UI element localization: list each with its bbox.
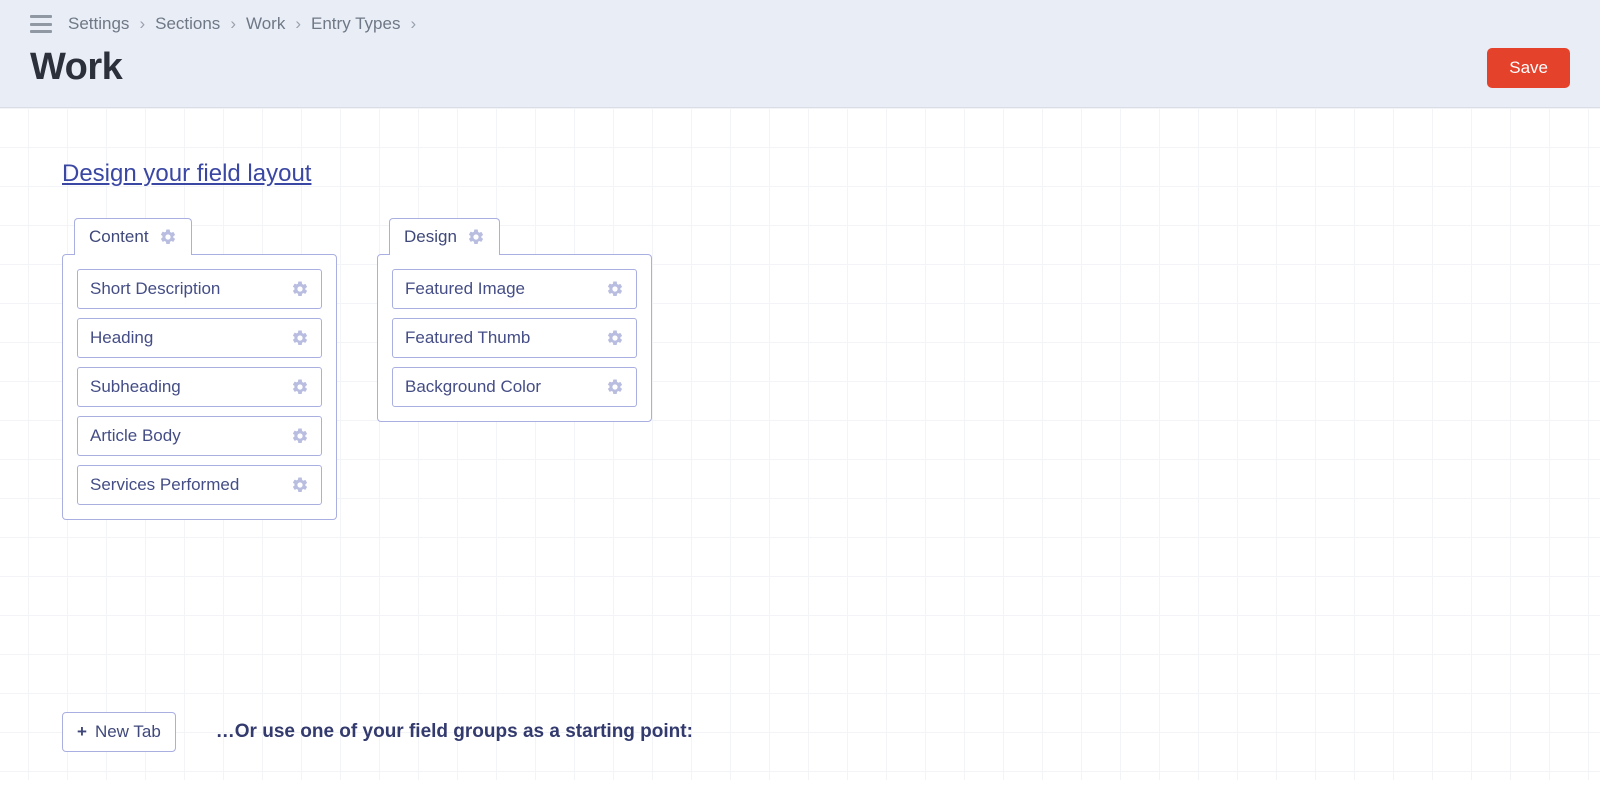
- fld-field-label: Background Color: [405, 377, 541, 397]
- fld-tabgroup-content: Content Short Description Heading Subheadin…: [62, 218, 337, 520]
- fld-tabgroup-design: Design Featured Image Featured Thumb Backgr…: [377, 218, 652, 520]
- breadcrumb: Settings › Sections › Work › Entry Types…: [30, 10, 1570, 38]
- gear-icon[interactable]: [291, 329, 309, 347]
- fld-tab-design[interactable]: Design: [389, 218, 500, 255]
- plus-icon: +: [77, 722, 87, 742]
- gear-icon[interactable]: [291, 378, 309, 396]
- fld-field-label: Featured Image: [405, 279, 525, 299]
- fld-field-label: Services Performed: [90, 475, 239, 495]
- gear-icon[interactable]: [291, 476, 309, 494]
- fld-field[interactable]: Featured Image: [392, 269, 637, 309]
- gear-icon[interactable]: [606, 329, 624, 347]
- fld-field-label: Subheading: [90, 377, 181, 397]
- fld-field[interactable]: Heading: [77, 318, 322, 358]
- gear-icon[interactable]: [291, 280, 309, 298]
- gear-icon[interactable]: [291, 427, 309, 445]
- fld-field[interactable]: Short Description: [77, 269, 322, 309]
- gear-icon[interactable]: [159, 228, 177, 246]
- gear-icon[interactable]: [606, 280, 624, 298]
- gear-icon[interactable]: [467, 228, 485, 246]
- fld-field-label: Short Description: [90, 279, 220, 299]
- fld-tab-label: Content: [89, 227, 149, 247]
- field-layout-designer: Design your field layout Content Short De…: [0, 108, 1600, 780]
- design-field-layout-link[interactable]: Design your field layout: [62, 160, 311, 188]
- crumb-sep: ›: [139, 14, 145, 34]
- new-tab-button[interactable]: + New Tab: [62, 712, 176, 752]
- fld-body: Featured Image Featured Thumb Background C…: [377, 254, 652, 422]
- fld-field[interactable]: Subheading: [77, 367, 322, 407]
- new-tab-label: New Tab: [95, 722, 161, 742]
- fld-field[interactable]: Featured Thumb: [392, 318, 637, 358]
- crumb-sep: ›: [410, 14, 416, 34]
- crumb-entry-types[interactable]: Entry Types: [311, 14, 400, 34]
- crumb-work[interactable]: Work: [246, 14, 285, 34]
- fld-tab-label: Design: [404, 227, 457, 247]
- save-button[interactable]: Save: [1487, 48, 1570, 88]
- app-header: Settings › Sections › Work › Entry Types…: [0, 0, 1600, 108]
- fld-field[interactable]: Article Body: [77, 416, 322, 456]
- gear-icon[interactable]: [606, 378, 624, 396]
- hamburger-menu-icon[interactable]: [30, 15, 52, 33]
- starting-point-text: …Or use one of your field groups as a st…: [216, 721, 693, 743]
- fld-field[interactable]: Background Color: [392, 367, 637, 407]
- crumb-sep: ›: [295, 14, 301, 34]
- crumb-settings[interactable]: Settings: [68, 14, 129, 34]
- fld-tab-content[interactable]: Content: [74, 218, 192, 255]
- fld-field-label: Article Body: [90, 426, 181, 446]
- fld-field-label: Featured Thumb: [405, 328, 530, 348]
- fld-field[interactable]: Services Performed: [77, 465, 322, 505]
- crumb-sep: ›: [230, 14, 236, 34]
- crumb-sections[interactable]: Sections: [155, 14, 220, 34]
- page-title: Work: [30, 46, 122, 89]
- fld-body: Short Description Heading Subheading Articl…: [62, 254, 337, 520]
- fld-field-label: Heading: [90, 328, 153, 348]
